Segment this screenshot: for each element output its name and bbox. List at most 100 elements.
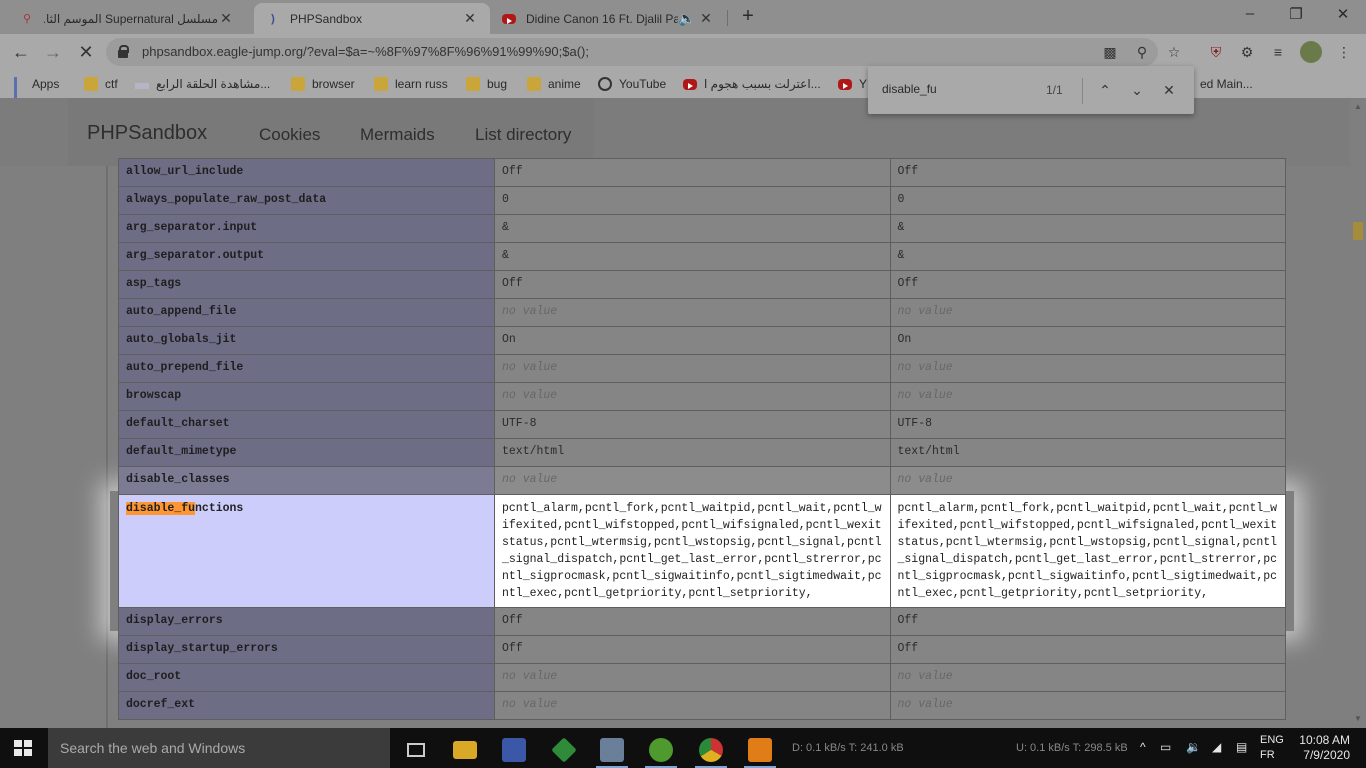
wifi-icon[interactable]: ◢ [1212, 740, 1221, 754]
bookmark-arabic-video[interactable]: اعترلت بسبب هجوم ا... [683, 75, 821, 93]
ini-local-value: Off [494, 158, 891, 187]
green-diamond-app-icon[interactable] [544, 732, 584, 768]
ini-directive-name: default_charset [118, 410, 495, 439]
ini-directive-name: disable_functions [118, 494, 495, 608]
scrollbar-thumb[interactable] [1353, 222, 1363, 240]
ublock-shield-icon[interactable]: ⛨ [1206, 42, 1226, 62]
address-bar[interactable]: phpsandbox.eagle-jump.org/?eval=$a=~%8F%… [106, 38, 1180, 66]
ini-master-value: & [889, 242, 1286, 271]
close-tab-icon[interactable]: ✕ [698, 10, 714, 27]
find-match-highlight: disable_fu [126, 502, 196, 515]
minimize-button[interactable]: – [1240, 5, 1260, 22]
bookmark-youtube[interactable]: YouTube [598, 75, 666, 93]
ini-master-value: Off [889, 158, 1286, 187]
bookmark-folder-anime[interactable]: anime [527, 75, 581, 93]
close-window-button[interactable]: ✕ [1333, 5, 1353, 23]
folder-icon [291, 77, 305, 91]
nav-link-list-directory[interactable]: List directory [475, 125, 571, 145]
bookmark-arabic-site[interactable]: مشاهدة الحلقة الرابع... [135, 75, 270, 93]
location-pin-icon: ⚲ [22, 13, 32, 25]
remote-desktop-app-icon[interactable] [592, 732, 632, 768]
network-upload-meter: U: 0.1 kB/s T: 298.5 kB [1016, 742, 1128, 754]
nav-link-mermaids[interactable]: Mermaids [360, 125, 435, 145]
find-close-button[interactable]: ✕ [1158, 79, 1180, 101]
page-viewport: PHPSandbox Cookies Mermaids List directo… [0, 98, 1350, 728]
chrome-app-icon[interactable] [691, 732, 731, 768]
ini-row: browscap no value no value [118, 382, 1286, 411]
sublime-text-app-icon[interactable] [740, 732, 780, 768]
system-clock[interactable]: 10:08 AM 7/9/2020 [1298, 733, 1350, 763]
stop-loading-button[interactable]: ✕ [75, 41, 97, 63]
notifications-icon[interactable]: ▤ [1236, 740, 1247, 754]
ini-master-value: & [889, 214, 1286, 243]
new-tab-button[interactable]: + [737, 6, 759, 28]
tab-divider [727, 10, 728, 26]
ini-directive-name: auto_globals_jit [118, 326, 495, 355]
more-menu-icon[interactable]: ⋮ [1334, 42, 1354, 62]
ini-directive-name: disable_classes [118, 466, 495, 495]
ini-row: display_startup_errors Off Off [118, 635, 1286, 664]
phpsandbox-favicon-icon: ) [271, 12, 275, 25]
ini-row: arg_separator.output & & [118, 242, 1286, 271]
volume-icon[interactable]: 🔉 [1186, 740, 1201, 754]
site-brand-link[interactable]: PHPSandbox [87, 122, 207, 145]
folder-icon [466, 77, 480, 91]
bookmark-apps[interactable]: Apps [14, 75, 60, 104]
tray-chevron-up-icon[interactable]: ^ [1140, 740, 1146, 754]
ini-master-value: no value [889, 298, 1286, 327]
page-document-icon[interactable]: ▩ [1100, 42, 1120, 62]
bookmark-folder-learn-russ[interactable]: learn russ [374, 75, 448, 93]
lock-icon[interactable] [118, 45, 129, 58]
ini-local-value: Off [494, 635, 891, 664]
input-language-indicator[interactable]: ENG FR [1260, 733, 1284, 763]
ini-row: always_populate_raw_post_data 0 0 [118, 186, 1286, 215]
tab-supernatural[interactable]: ⚲ مسلسل Supernatural الموسم الثا... ✕ [8, 3, 246, 34]
utorrent-app-icon[interactable] [641, 732, 681, 768]
ini-master-value: no value [889, 466, 1286, 495]
find-previous-button[interactable]: ⌃ [1094, 79, 1116, 101]
restore-button[interactable]: ❐ [1286, 5, 1306, 23]
ini-master-value: no value [889, 663, 1286, 692]
speaker-icon[interactable]: 🔈 [678, 10, 695, 27]
bookmark-star-icon[interactable]: ☆ [1164, 42, 1184, 62]
scroll-down-arrow-icon[interactable]: ▼ [1354, 714, 1362, 723]
tab-didine-canon[interactable]: Didine Canon 16 Ft. Djalil Pal... 🔈 ✕ [490, 3, 726, 34]
back-button[interactable]: ← [10, 41, 32, 63]
ini-master-value: Off [889, 270, 1286, 299]
bookmark-folder-ctf[interactable]: ctf [84, 75, 118, 93]
youtube-icon [683, 78, 697, 90]
profile-avatar[interactable] [1300, 41, 1322, 63]
url-text[interactable]: phpsandbox.eagle-jump.org/?eval=$a=~%8F%… [142, 44, 589, 59]
folder-icon [374, 77, 388, 91]
page-scrollbar[interactable]: ▲ ▼ [1350, 98, 1366, 728]
reading-list-icon[interactable]: ≡ [1268, 42, 1288, 62]
tab-title: Didine Canon 16 Ft. Djalil Pal... [526, 11, 678, 26]
bookmark-partial[interactable]: ed Main... [1200, 75, 1253, 93]
scroll-up-arrow-icon[interactable]: ▲ [1354, 102, 1362, 111]
find-next-button[interactable]: ⌄ [1126, 79, 1148, 101]
find-input[interactable] [882, 82, 1032, 96]
task-view-icon[interactable] [396, 732, 436, 768]
bookmark-label: Apps [32, 77, 60, 91]
battery-icon[interactable]: ▭ [1160, 740, 1171, 754]
forward-button[interactable]: → [42, 41, 64, 63]
ini-row: arg_separator.input & & [118, 214, 1286, 243]
taskbar-search-box[interactable]: Search the web and Windows [48, 728, 390, 768]
ini-directive-name: doc_root [118, 663, 495, 692]
ini-directive-name: display_startup_errors [118, 635, 495, 664]
bookmark-folder-browser[interactable]: browser [291, 75, 355, 93]
bookmark-label: anime [548, 77, 581, 91]
bookmark-youtube-2[interactable]: Y [838, 75, 867, 93]
extensions-puzzle-icon[interactable]: ⚙ [1237, 42, 1257, 62]
file-explorer-icon[interactable] [445, 732, 485, 768]
zoom-icon[interactable]: ⚲ [1132, 42, 1152, 62]
start-button[interactable] [14, 740, 32, 756]
tab-phpsandbox[interactable]: ) PHPSandbox ✕ [254, 3, 490, 34]
bookmark-label: YouTube [619, 77, 667, 91]
save-disk-app-icon[interactable] [494, 732, 534, 768]
nav-link-cookies[interactable]: Cookies [259, 125, 320, 145]
close-tab-icon[interactable]: ✕ [218, 10, 234, 27]
close-tab-icon[interactable]: ✕ [462, 10, 478, 27]
bookmark-folder-bug[interactable]: bug [466, 75, 507, 93]
bookmark-label: مشاهدة الحلقة الرابع... [156, 77, 271, 91]
